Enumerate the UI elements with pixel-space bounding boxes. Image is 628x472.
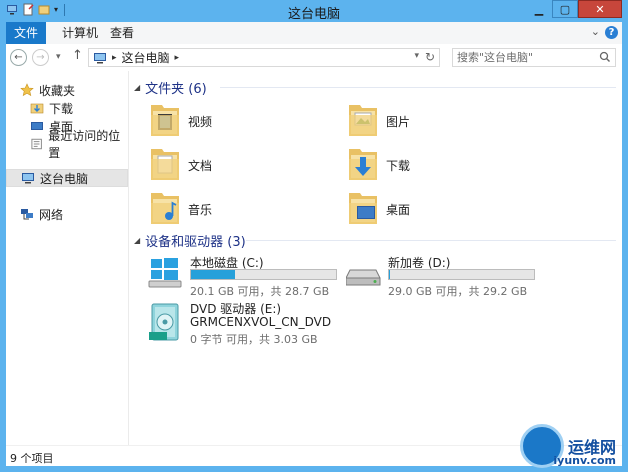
drive-free-space: 29.0 GB 可用，共 29.2 GB — [388, 285, 528, 298]
folders-group-header[interactable]: ◢ 文件夹 (6) — [134, 79, 616, 97]
group-divider — [220, 87, 616, 88]
search-input[interactable] — [457, 50, 593, 64]
nav-network-label: 网络 — [39, 207, 64, 222]
title-bar: ▾ 这台电脑 ▁ ▢ ✕ — [0, 0, 628, 22]
downloads-folder-icon — [349, 149, 377, 180]
videos-folder-icon — [151, 105, 179, 136]
search-box[interactable] — [452, 48, 616, 67]
folder-label: 视频 — [188, 115, 213, 129]
nav-item-downloads[interactable]: 下载 — [30, 99, 73, 117]
group-divider — [246, 240, 616, 241]
folder-label: 下载 — [386, 159, 411, 173]
collapse-arrow-icon[interactable]: ◢ — [134, 83, 140, 92]
nav-favorites-label: 收藏夹 — [39, 83, 76, 98]
desktop-icon — [31, 122, 43, 130]
star-icon — [20, 83, 34, 97]
drive-usage-bar — [388, 269, 535, 280]
collapse-arrow-icon[interactable]: ◢ — [134, 236, 140, 245]
drive-e[interactable]: DVD 驱动器 (E:) GRMCENXVOL_CN_DVD 0 字节 可用，共… — [148, 300, 348, 346]
back-button[interactable]: ← — [10, 49, 27, 66]
content-area: 收藏夹 下载 桌面 最近访问的位置 这台电脑 网络 ◢ 文件夹 (6) 视频 图… — [6, 71, 622, 445]
windows-drive-icon — [148, 258, 182, 288]
nav-this-pc[interactable]: 这台电脑 — [6, 169, 128, 187]
navigation-bar: ← → ▾ ↑ ▸ 这台电脑 ▸ ▾ ↻ — [6, 44, 622, 71]
nav-item-recent-places[interactable]: 最近访问的位置 — [30, 129, 128, 160]
tab-view[interactable]: 查看 — [100, 22, 144, 44]
window-controls: ▁ ▢ ✕ — [526, 0, 622, 18]
help-icon[interactable]: ? — [605, 26, 618, 39]
ribbon-tabs: 文件 计算机 查看 ⌄ ? — [6, 22, 622, 45]
devices-group-header[interactable]: ◢ 设备和驱动器 (3) — [134, 232, 616, 250]
up-button[interactable]: ↑ — [72, 48, 83, 63]
network-icon — [21, 209, 33, 220]
breadcrumb-separator[interactable]: ▸ — [175, 53, 180, 63]
nav-item-label: 下载 — [49, 101, 74, 116]
folders-group-title: 文件夹 (6) — [145, 81, 207, 97]
navigation-pane: 收藏夹 下载 桌面 最近访问的位置 这台电脑 网络 — [6, 71, 129, 445]
drive-free-space: 0 字节 可用，共 3.03 GB — [190, 333, 318, 346]
downloads-folder-icon — [30, 103, 44, 114]
desktop-folder-icon — [349, 193, 377, 224]
forward-button[interactable]: → — [32, 49, 49, 66]
drive-free-space: 20.1 GB 可用，共 28.7 GB — [190, 285, 330, 298]
drive-usage-fill — [191, 270, 235, 279]
folder-downloads[interactable]: 下载 — [346, 143, 526, 183]
watermark-site: iyunv.com — [553, 454, 616, 467]
folder-music[interactable]: 音乐 — [148, 187, 328, 227]
folder-label: 桌面 — [386, 203, 411, 217]
tab-file[interactable]: 文件 — [6, 22, 46, 44]
search-icon[interactable] — [599, 50, 611, 64]
nav-this-pc-label: 这台电脑 — [40, 171, 89, 186]
this-pc-icon — [94, 52, 106, 63]
address-bar[interactable]: ▸ 这台电脑 ▸ ▾ ↻ — [88, 48, 440, 67]
recent-locations-icon[interactable]: ▾ — [56, 52, 61, 62]
close-button[interactable]: ✕ — [578, 0, 622, 18]
breadcrumb-this-pc[interactable]: 这台电脑 — [122, 49, 170, 66]
item-count: 9 个项目 — [10, 452, 54, 465]
folder-pictures[interactable]: 图片 — [346, 99, 526, 139]
recent-places-icon — [31, 138, 42, 150]
minimize-button[interactable]: ▁ — [526, 0, 552, 18]
music-folder-icon — [151, 193, 179, 224]
pictures-folder-icon — [349, 105, 377, 136]
drive-usage-bar — [190, 269, 337, 280]
this-pc-icon — [22, 173, 34, 184]
drive-usage-fill — [389, 270, 391, 279]
hard-drive-icon — [346, 269, 381, 286]
nav-item-label: 最近访问的位置 — [48, 129, 121, 160]
expand-ribbon-icon[interactable]: ⌄ — [591, 25, 600, 38]
folder-documents[interactable]: 文档 — [148, 143, 328, 183]
folder-videos[interactable]: 视频 — [148, 99, 328, 139]
drive-volume-label: GRMCENXVOL_CN_DVD — [190, 315, 332, 329]
drive-c[interactable]: 本地磁盘 (C:) 20.1 GB 可用，共 28.7 GB — [148, 254, 348, 298]
dvd-drive-icon — [149, 303, 179, 341]
drive-d[interactable]: 新加卷 (D:) 29.0 GB 可用，共 29.2 GB — [346, 254, 546, 298]
maximize-button[interactable]: ▢ — [552, 0, 578, 18]
refresh-icon[interactable]: ↻ — [425, 50, 435, 64]
nav-favorites[interactable]: 收藏夹 — [20, 81, 75, 99]
documents-folder-icon — [151, 149, 179, 180]
folder-desktop[interactable]: 桌面 — [346, 187, 526, 227]
main-pane: ◢ 文件夹 (6) 视频 图片 文档 下载 音乐 桌面 ◢ 设备和驱动器 (3)… — [130, 71, 622, 445]
nav-network[interactable]: 网络 — [20, 205, 63, 223]
explorer-window: ▾ 这台电脑 ▁ ▢ ✕ 文件 计算机 查看 ⌄ ? ← → ▾ ↑ ▸ 这台电… — [0, 0, 628, 472]
folder-label: 音乐 — [188, 203, 213, 217]
breadcrumb-separator[interactable]: ▸ — [112, 53, 117, 63]
devices-group-title: 设备和驱动器 (3) — [145, 234, 246, 250]
address-dropdown-icon[interactable]: ▾ — [414, 51, 419, 61]
folder-label: 图片 — [386, 115, 411, 129]
folder-label: 文档 — [188, 159, 213, 173]
